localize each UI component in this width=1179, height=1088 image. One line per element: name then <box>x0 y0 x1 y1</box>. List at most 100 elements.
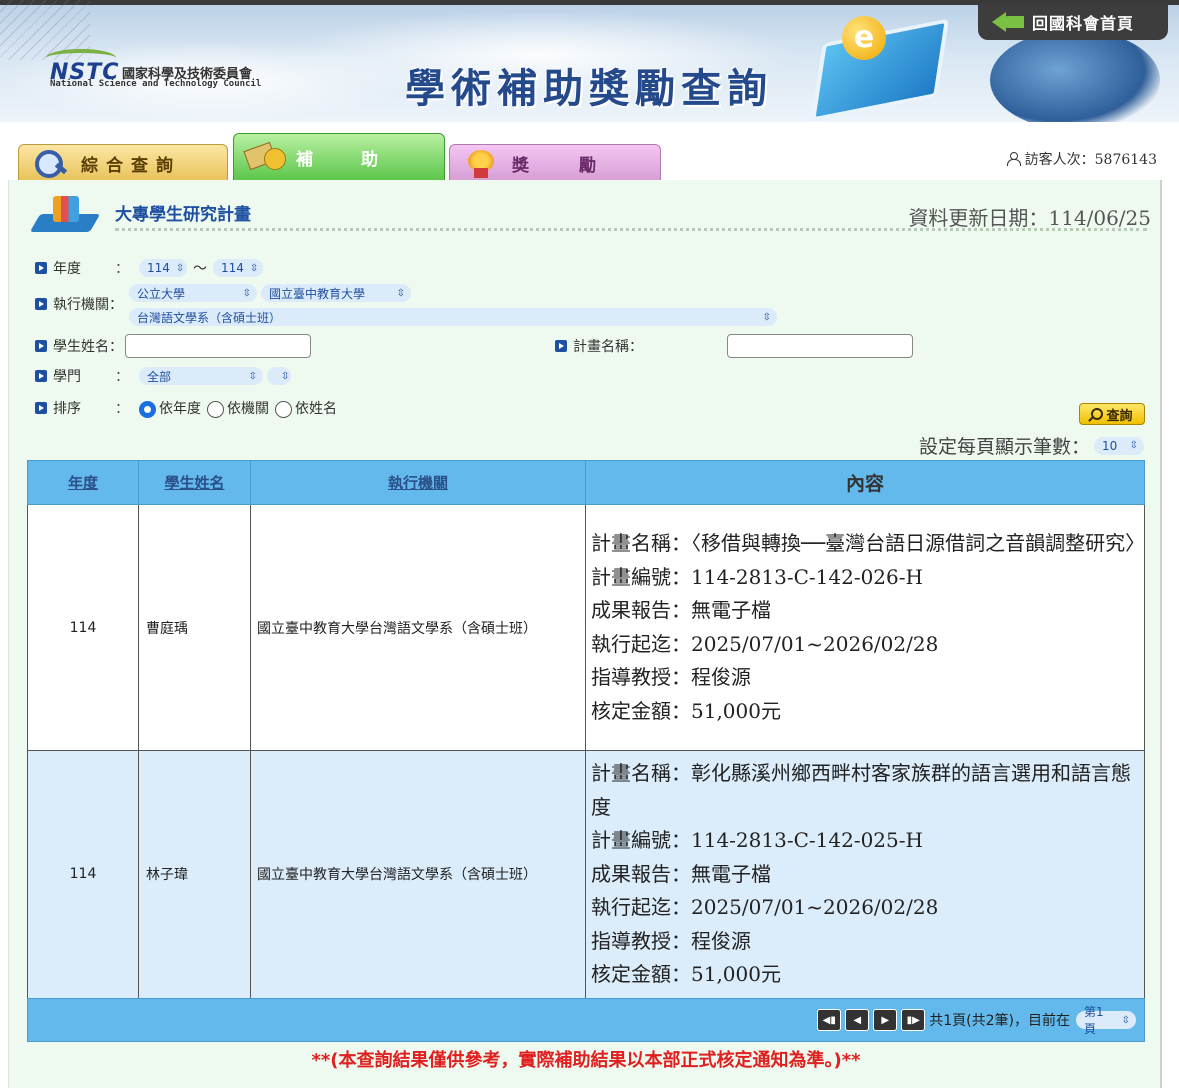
institution-label: 執行機關： <box>53 297 123 313</box>
sort-option-name[interactable]: 依姓名 <box>275 398 337 418</box>
plan-number: 計畫編號：114-2813-C-142-026-H <box>591 564 923 589</box>
nstc-logo[interactable]: NSTC 國家科學及技術委員會 National Science and Tec… <box>46 49 300 97</box>
back-arrow-icon <box>992 12 1026 32</box>
query-button-label: 查詢 <box>1106 408 1133 424</box>
sort-option-institution[interactable]: 依機關 <box>207 398 269 418</box>
sort-option-label: 依年度 <box>159 401 201 417</box>
field-label: 學門 <box>53 369 81 385</box>
cell-content: 計畫名稱：〈移借與轉換──臺灣台語日源借詞之音韻調整研究〉 計畫編號：114-2… <box>585 504 1145 751</box>
period: 執行起迄：2025/07/01~2026/02/28 <box>591 895 939 919</box>
visitor-count: 訪客人次：5876143 <box>1024 152 1157 168</box>
institution-type-value: 公立大學 <box>137 286 186 301</box>
bullet-icon <box>555 340 567 352</box>
chevron-updown-icon: ⇳ <box>242 287 251 299</box>
department-value: 台灣語文學系（含碩士班） <box>137 310 282 325</box>
filter-plan-row: 計畫名稱： <box>555 334 913 358</box>
chevron-updown-icon: ⇳ <box>281 370 290 382</box>
cell-student-name: 林子瑋 <box>138 750 251 999</box>
table-row: 114 林子瑋 國立臺中教育大學台灣語文學系（含碩士班） 計畫名稱：彰化縣溪州鄉… <box>27 750 1145 999</box>
chevron-updown-icon: ⇳ <box>1121 1014 1130 1026</box>
research-plan-icon <box>35 196 95 236</box>
cell-student-name: 曹庭瑀 <box>138 504 251 751</box>
tab-subsidy[interactable]: 補助 <box>233 133 445 181</box>
home-link-button[interactable]: 回國科會首頁 <box>978 4 1168 40</box>
tab-award[interactable]: 獎勵 <box>449 144 661 182</box>
column-header-year[interactable]: 年度 <box>27 460 139 505</box>
department-select[interactable]: 台灣語文學系（含碩士班） ⇳ <box>129 308 777 326</box>
search-icon <box>1091 408 1104 420</box>
chevron-updown-icon: ⇳ <box>175 262 185 274</box>
tab-label: 補助 <box>296 149 426 170</box>
prev-page-icon[interactable]: ◀ <box>845 1009 870 1031</box>
radio-icon <box>207 400 224 418</box>
institution-type-select[interactable]: 公立大學 ⇳ <box>129 284 257 302</box>
last-page-icon[interactable]: ▮▶ <box>901 1009 926 1031</box>
results-table: 年度 學生姓名 執行機關 內容 114 曹庭瑀 國立臺中教育大學台灣語文學系（含… <box>27 460 1145 999</box>
student-name-input[interactable] <box>125 334 311 358</box>
dotted-divider <box>115 228 1147 231</box>
filter-field-row: 學門 ： 全部 ⇳ ⇳ <box>35 366 291 386</box>
bullet-icon <box>35 340 47 352</box>
column-header-institution[interactable]: 執行機關 <box>250 460 586 505</box>
year-from-select[interactable]: 114 ⇳ <box>139 259 187 277</box>
tab-general-query[interactable]: 綜合查詢 <box>18 144 228 182</box>
first-page-icon[interactable]: ◀▮ <box>817 1009 842 1031</box>
cell-content: 計畫名稱：彰化縣溪州鄉西畔村客家族群的語言選用和語言態度 計畫編號：114-28… <box>585 750 1145 999</box>
chevron-updown-icon: ⇳ <box>249 262 259 274</box>
institution-select[interactable]: 國立臺中教育大學 ⇳ <box>261 284 411 302</box>
bullet-icon <box>35 370 47 382</box>
site-title: 學術補助獎勵查詢 <box>405 66 773 112</box>
amount: 核定金額：51,000元 <box>591 698 781 723</box>
radio-icon <box>275 400 292 418</box>
table-row: 114 曹庭瑀 國立臺中教育大學台灣語文學系（含碩士班） 計畫名稱：〈移借與轉換… <box>27 504 1145 751</box>
page-select[interactable]: 第1頁 ⇳ <box>1076 1005 1136 1036</box>
visitor-counter: 訪客人次：5876143 <box>1006 149 1157 169</box>
page-select-value: 第1頁 <box>1084 1005 1104 1036</box>
sort-option-year[interactable]: 依年度 <box>139 398 201 418</box>
colon: ： <box>115 401 129 417</box>
tab-label: 綜合查詢 <box>81 155 181 176</box>
student-name-label: 學生姓名： <box>53 339 123 355</box>
filter-institution-row: 執行機關： 公立大學 ⇳ 國立臺中教育大學 ⇳ 台灣語文學系（含碩士班） ⇳ <box>35 284 777 326</box>
globe-image <box>990 30 1160 122</box>
bullet-icon <box>35 298 47 310</box>
main-panel: 大專學生研究計畫 資料更新日期：114/06/25 年度 ： 114 ⇳ 〜 11… <box>8 180 1162 1088</box>
update-date: 資料更新日期：114/06/25 <box>908 206 1151 230</box>
cell-year: 114 <box>27 750 139 999</box>
colon: ： <box>115 261 129 277</box>
year-to-select[interactable]: 114 ⇳ <box>213 259 263 277</box>
e-logo-icon: e <box>842 16 886 60</box>
column-header-student[interactable]: 學生姓名 <box>138 460 251 505</box>
colon: ： <box>115 369 129 385</box>
bullet-icon <box>35 402 47 414</box>
radio-checked-icon <box>139 400 156 418</box>
plan-number: 計畫編號：114-2813-C-142-025-H <box>591 828 923 852</box>
year-label: 年度 <box>53 261 81 277</box>
home-link-label: 回國科會首頁 <box>1032 14 1135 33</box>
chevron-updown-icon: ⇳ <box>248 370 257 382</box>
plan-name: 計畫名稱：彰化縣溪州鄉西畔村客家族群的語言選用和語言態度 <box>591 761 1131 819</box>
cell-institution: 國立臺中教育大學台灣語文學系（含碩士班） <box>250 504 586 751</box>
header-banner: NSTC 國家科學及技術委員會 National Science and Tec… <box>0 0 1179 122</box>
advisor: 指導教授：程俊源 <box>591 665 751 689</box>
sort-option-label: 依姓名 <box>295 401 337 417</box>
cell-institution: 國立臺中教育大學台灣語文學系（含碩士班） <box>250 750 586 999</box>
page-size-label: 設定每頁顯示筆數： <box>918 436 1090 458</box>
magnifier-icon <box>29 148 73 178</box>
page-size-control: 設定每頁顯示筆數： 10 ⇳ <box>919 432 1144 459</box>
subfield-select[interactable]: ⇳ <box>267 367 291 385</box>
year-to-value: 114 <box>221 261 244 275</box>
query-button[interactable]: 查詢 <box>1079 403 1145 425</box>
medal-icon <box>460 148 504 178</box>
plan-name-input[interactable] <box>727 334 913 358</box>
sort-option-label: 依機關 <box>227 401 269 417</box>
amount: 核定金額：51,000元 <box>591 962 781 986</box>
next-page-icon[interactable]: ▶ <box>873 1009 898 1031</box>
pager-summary: 共1頁(共2筆)，目前在 <box>929 1013 1070 1029</box>
bullet-icon <box>35 262 47 274</box>
page-size-select[interactable]: 10 ⇳ <box>1094 436 1144 455</box>
chevron-updown-icon: ⇳ <box>1129 440 1138 451</box>
chevron-updown-icon: ⇳ <box>762 311 771 323</box>
field-select[interactable]: 全部 ⇳ <box>139 367 263 385</box>
plan-name-label: 計畫名稱： <box>573 339 643 355</box>
